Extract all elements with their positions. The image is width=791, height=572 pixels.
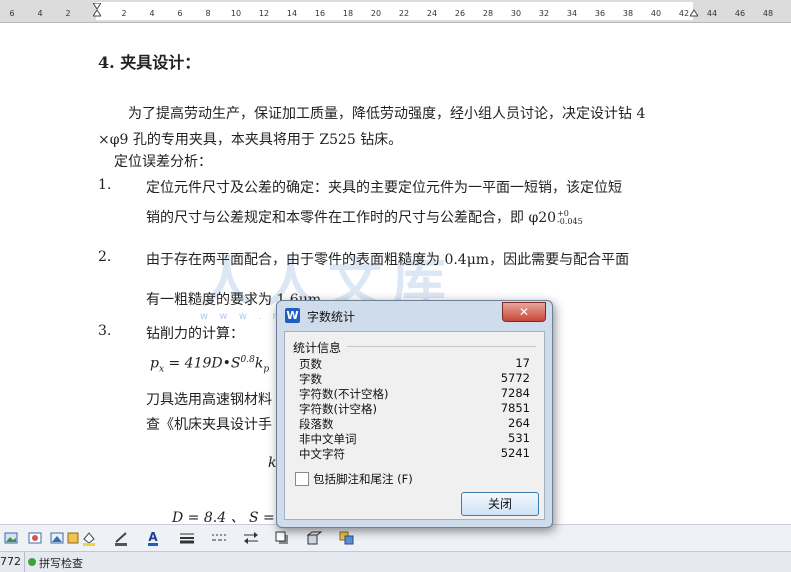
word-count-dialog: W 字数统计 ✕ 统计信息 页数 17 字数 5772 字符数(不计空格) 7284 …	[276, 300, 553, 528]
include-footnotes-checkbox[interactable]	[295, 472, 309, 486]
spellcheck-button[interactable]: 拼写检查	[39, 555, 83, 571]
shadow-style-icon[interactable]	[274, 529, 292, 547]
paragraph-line: 刀具选用高速钢材料	[146, 392, 272, 408]
list-number: 2.	[98, 249, 112, 265]
wps-app-icon: W	[285, 308, 300, 323]
dialog-titlebar[interactable]: W 字数统计 ✕	[277, 301, 552, 329]
fill-color-icon[interactable]	[80, 529, 98, 547]
drawing-toolbar: A	[0, 524, 791, 551]
ruler-tick-label: 12	[258, 9, 270, 18]
line-style-icon[interactable]	[178, 529, 196, 547]
list-number: 1.	[98, 177, 112, 193]
ruler-tick-label: 36	[594, 9, 606, 18]
ruler-tick-label: 34	[566, 9, 578, 18]
ruler-tick-label: 16	[314, 9, 326, 18]
stat-row-non-chinese-words: 非中文单词 531	[299, 431, 530, 446]
ruler-tick-label: 30	[510, 9, 522, 18]
ruler-tick-label: 44	[706, 9, 718, 18]
stat-row-chinese-chars: 中文字符 5241	[299, 446, 530, 461]
ruler-tick-label: 2	[121, 9, 127, 18]
tolerance-lower: -0.045	[557, 217, 583, 226]
dash-style-icon[interactable]	[210, 529, 228, 547]
insert-clipart-icon[interactable]	[26, 529, 44, 547]
ruler-tick-label: 38	[622, 9, 634, 18]
ruler-tick-label: 4	[149, 9, 155, 18]
spellcheck-status-icon	[28, 558, 36, 566]
ruler-tick-label: 2	[65, 9, 71, 18]
ruler-tick-label: 46	[734, 9, 746, 18]
ruler-tick-label: 6	[9, 9, 15, 18]
paragraph-line: 为了提高劳动生产，保证加工质量，降低劳动强度，经小组人员讨论，决定设计钻 4	[128, 106, 646, 122]
ruler-tick-label: 8	[205, 9, 211, 18]
ruler-tick-label: 32	[538, 9, 550, 18]
list-item-text: 销的尺寸与公差规定和本零件在工作时的尺寸与公差配合，即 φ20 +0 -0.045	[146, 209, 583, 227]
ruler-tick-label: 40	[650, 9, 662, 18]
stat-row-paragraphs: 段落数 264	[299, 416, 530, 431]
section-heading: 4. 夹具设计：	[98, 53, 201, 72]
ruler-tick-label: 14	[286, 9, 298, 18]
list-item-text: 钻削力的计算：	[146, 326, 244, 342]
stat-row-words: 字数 5772	[299, 371, 530, 386]
word-count-fragment: 772	[0, 555, 21, 568]
font-color-icon[interactable]: A	[144, 529, 162, 547]
dialog-body: 统计信息 页数 17 字数 5772 字符数(不计空格) 7284 字符数(计空格) 7…	[284, 331, 545, 520]
ruler-tick-label: 20	[370, 9, 382, 18]
section-divider	[347, 346, 536, 347]
stat-row-pages: 页数 17	[299, 356, 530, 371]
subheading: 定位误差分析：	[114, 154, 212, 170]
stats-section-label: 统计信息	[293, 341, 342, 355]
arrow-style-icon[interactable]	[242, 529, 260, 547]
status-bar: 772 拼写检查	[0, 551, 791, 572]
list-item-text: 定位元件尺寸及公差的确定：夹具的主要定位元件为一平面一短销，该定位短	[146, 180, 622, 196]
ruler-tick-label: 24	[426, 9, 438, 18]
paragraph-line: ×φ9 孔的专用夹具，本夹具将用于 Z525 钻床。	[98, 132, 403, 148]
include-footnotes-label[interactable]: 包括脚注和尾注 (F)	[313, 471, 413, 487]
line-color-icon[interactable]	[112, 529, 130, 547]
ruler-tick-label: 42	[678, 9, 690, 18]
ruler-tick-label: 22	[398, 9, 410, 18]
indent-marker-icon[interactable]	[93, 3, 101, 19]
close-button[interactable]: 关闭	[461, 492, 539, 516]
insert-picture-icon[interactable]	[2, 529, 20, 547]
paragraph-line: 查《机床夹具设计手	[146, 417, 272, 433]
formula-cutting-force: px = 419D•S0.8kp	[150, 355, 270, 375]
ruler-tick-label: 26	[454, 9, 466, 18]
arrange-objects-icon[interactable]	[338, 529, 356, 547]
list-number: 3.	[98, 323, 112, 339]
3d-style-icon[interactable]	[306, 529, 324, 547]
dialog-title: 字数统计	[307, 310, 356, 324]
ruler-tick-label: 48	[762, 9, 774, 18]
ruler-tick-label: 10	[230, 9, 242, 18]
right-indent-marker-icon[interactable]	[690, 3, 698, 19]
list-item-text: 由于存在两平面配合，由于零件的表面粗糙度为 0.4μm，因此需要与配合平面	[146, 252, 630, 268]
horizontal-ruler[interactable]: 6 4 2 2 4 6 8 10 12 14 16 18 20 22 24 26 28 30 32 34 36 38 40 4…	[0, 0, 791, 23]
stat-row-chars-no-spaces: 字符数(不计空格) 7284	[299, 386, 530, 401]
ruler-tick-label: 18	[342, 9, 354, 18]
ruler-tick-label: 4	[37, 9, 43, 18]
close-icon[interactable]: ✕	[502, 302, 546, 322]
ruler-tick-label: 6	[177, 9, 183, 18]
ruler-tick-label: 28	[482, 9, 494, 18]
stat-row-chars-with-spaces: 字符数(计空格) 7851	[299, 401, 530, 416]
